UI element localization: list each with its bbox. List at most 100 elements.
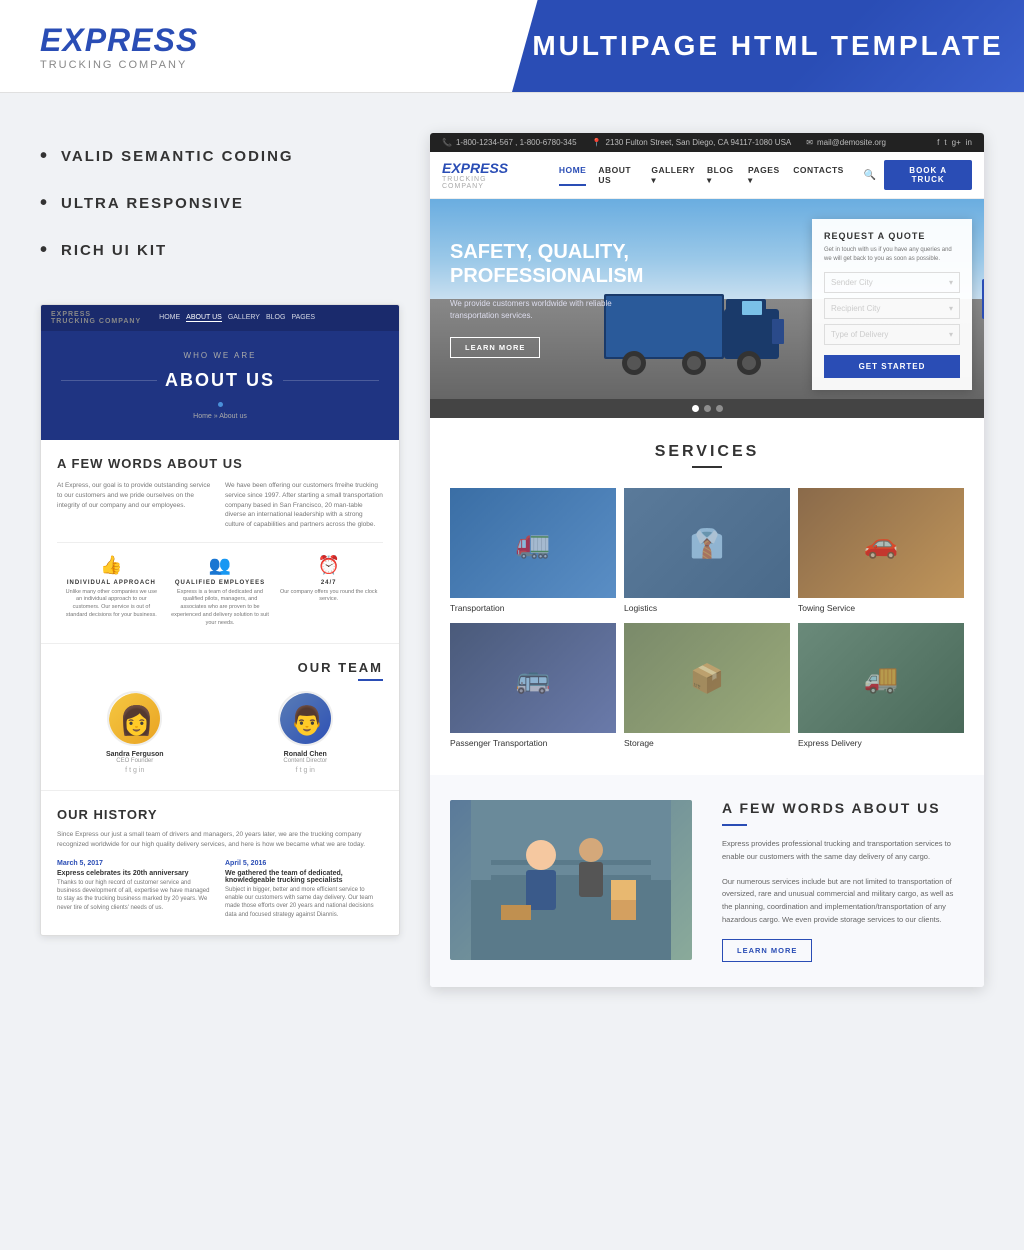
services-grid: 🚛 Transportation 👔 Logistics 🚗 Towing Se…: [450, 488, 964, 750]
team-section: OUR TEAM 👩 Sandra Ferguson CEO Founder f…: [41, 643, 399, 790]
about-hero: WHO WE ARE ABOUT US Home » About us: [41, 331, 399, 440]
scroll-indicator: [982, 279, 984, 319]
social-fb[interactable]: f: [296, 767, 298, 774]
book-truck-button[interactable]: BOOK A TRUCK: [884, 160, 972, 190]
social-tw[interactable]: t: [300, 767, 302, 774]
site-nav: EXPRESS TRUCKING COMPANY HOME ABOUT US GAL…: [430, 152, 984, 199]
about-nav-link[interactable]: HOME: [159, 314, 180, 322]
delivery-type-input[interactable]: Type of Delivery ▾: [824, 324, 960, 345]
about-col-1: At Express, our goal is to provide outst…: [57, 481, 215, 530]
services-title: SERVICES: [450, 443, 964, 461]
about-icon-item: ⏰ 24/7 Our company offers you round the …: [274, 555, 383, 627]
about-icon-item: 👥 QUALIFIED EMPLOYEES Express is a team …: [166, 555, 275, 627]
service-img: 👔: [624, 488, 790, 598]
service-label: Towing Service: [798, 598, 964, 615]
about-nav-links: HOME ABOUT US GALLERY BLOG PAGES: [159, 314, 315, 322]
service-label: Express Delivery: [798, 733, 964, 750]
social-in[interactable]: in: [139, 767, 144, 774]
service-label: Transportation: [450, 598, 616, 615]
who-label: WHO WE ARE: [61, 351, 379, 360]
site-nav-link[interactable]: HOME: [559, 165, 587, 186]
social-gp[interactable]: g: [304, 767, 308, 774]
email-item: ✉ mail@demosite.org: [806, 138, 886, 147]
hero-dot-3[interactable]: [716, 405, 723, 412]
quote-title: REQUEST A QUOTE: [824, 231, 960, 241]
site-nav-link[interactable]: BLOG ▾: [707, 165, 736, 186]
icon-desc: Our company offers you round the clock s…: [279, 589, 378, 604]
learn-more-button[interactable]: LEARN MORE: [450, 337, 540, 358]
about-nav-link[interactable]: BLOG: [266, 314, 285, 322]
about-img-svg: [450, 800, 692, 960]
logo-express: EXPRESS: [40, 22, 512, 59]
service-item: 👔 Logistics: [624, 488, 790, 615]
service-item: 🚚 Express Delivery: [798, 623, 964, 750]
team-member: 👨 Ronald Chen Content Director f t g in: [228, 691, 384, 774]
site-nav-link[interactable]: ABOUT US: [598, 165, 639, 186]
social-gp[interactable]: g: [133, 767, 137, 774]
hero-dot-active[interactable]: [692, 405, 699, 412]
hero-title: SAFETY, QUALITY,PROFESSIONALISM: [450, 240, 630, 288]
site-topbar: 📞 1-800-1234-567 , 1-800-6780-345 📍 2130…: [430, 133, 984, 152]
recipient-city-input[interactable]: Recipient City ▾: [824, 298, 960, 319]
social-fb[interactable]: f: [125, 767, 127, 774]
site-nav-link[interactable]: GALLERY ▾: [651, 165, 695, 186]
site-nav-right: 🔍 BOOK A TRUCK: [864, 160, 972, 190]
services-section: SERVICES 🚛 Transportation 👔 Logistics 🚗 …: [430, 418, 984, 775]
history-item: April 5, 2016 We gathered the team of de…: [225, 860, 383, 920]
service-icon: 📦: [624, 623, 790, 733]
services-divider: [692, 466, 722, 468]
about-nav-link[interactable]: ABOUT US: [186, 314, 222, 322]
facebook-icon: f: [937, 138, 939, 147]
address-item: 📍 2130 Fulton Street, San Diego, CA 9411…: [592, 138, 792, 147]
service-icon: 🚛: [450, 488, 616, 598]
hero-dot-2[interactable]: [704, 405, 711, 412]
site-nav-link[interactable]: CONTACTS: [793, 165, 844, 186]
icon-shape: ⏰: [279, 555, 378, 576]
social-tw[interactable]: t: [129, 767, 131, 774]
history-title: OUR HISTORY: [57, 807, 383, 822]
social-in[interactable]: in: [309, 767, 314, 774]
about-breadcrumb: Home » About us: [61, 413, 379, 420]
history-intro: Since Express our just a small team of d…: [57, 830, 383, 850]
feature-item: RICH UI KIT: [40, 227, 400, 274]
icon-label: QUALIFIED EMPLOYEES: [171, 580, 270, 586]
features-list: VALID SEMANTIC CODINGULTRA RESPONSIVERIC…: [40, 133, 400, 274]
about-section-divider: [722, 824, 747, 826]
history-section: OUR HISTORY Since Express our just a sma…: [41, 790, 399, 935]
about-nav: EXPRESS TRUCKING COMPANY HOMEABOUT USGAL…: [41, 305, 399, 331]
about-learn-more-button[interactable]: LEARN MORE: [722, 939, 812, 962]
header-title-box: MULTIPAGE HTML TEMPLATE: [512, 0, 1024, 92]
service-img: 🚛: [450, 488, 616, 598]
nav-logo: EXPRESS TRUCKING COMPANY: [442, 160, 524, 190]
about-body: A FEW WORDS ABOUT US At Express, our goa…: [41, 440, 399, 643]
site-preview: 📞 1-800-1234-567 , 1-800-6780-345 📍 2130…: [430, 133, 984, 987]
header-logo: EXPRESS TRUCKING COMPANY: [40, 22, 512, 71]
site-nav-link[interactable]: PAGES ▾: [748, 165, 781, 186]
member-name: Ronald Chen: [228, 751, 384, 758]
header-title: MULTIPAGE HTML TEMPLATE: [532, 30, 1004, 62]
history-date: April 5, 2016: [225, 860, 383, 867]
service-label: Storage: [624, 733, 790, 750]
service-label: Passenger Transportation: [450, 733, 616, 750]
about-nav-link[interactable]: GALLERY: [228, 314, 260, 322]
get-started-button[interactable]: GET STARTED: [824, 355, 960, 378]
search-icon[interactable]: 🔍: [864, 170, 876, 181]
about-nav-link[interactable]: PAGES: [291, 314, 315, 322]
right-panel: 📞 1-800-1234-567 , 1-800-6780-345 📍 2130…: [430, 133, 984, 987]
service-item: 🚌 Passenger Transportation: [450, 623, 616, 750]
features-ul: VALID SEMANTIC CODINGULTRA RESPONSIVERIC…: [40, 133, 400, 274]
team-divider: [358, 679, 383, 681]
about-icons: 👍 INDIVIDUAL APPROACH Unlike many other …: [57, 542, 383, 627]
history-items: March 5, 2017 Express celebrates its 20t…: [57, 860, 383, 920]
icon-shape: 👍: [62, 555, 161, 576]
sender-city-input[interactable]: Sender City ▾: [824, 272, 960, 293]
team-avatar: 👨: [278, 691, 333, 746]
member-role: CEO Founder: [57, 758, 213, 764]
service-icon: 🚗: [798, 488, 964, 598]
google-icon: g+: [952, 138, 961, 147]
history-desc: Thanks to our high record of customer se…: [57, 879, 215, 913]
service-icon: 🚚: [798, 623, 964, 733]
icon-label: 24/7: [279, 580, 378, 586]
history-event: Express celebrates its 20th anniversary: [57, 870, 215, 877]
service-item: 🚗 Towing Service: [798, 488, 964, 615]
